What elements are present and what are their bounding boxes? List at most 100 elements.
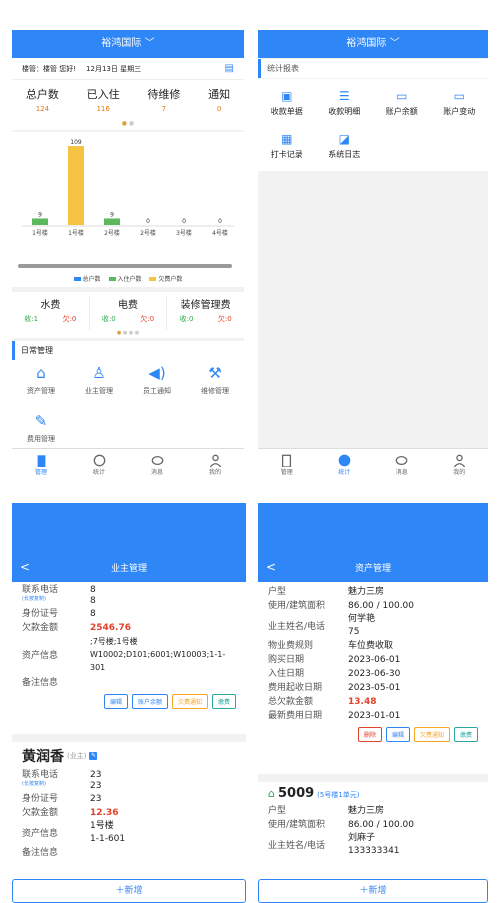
stats-screen: 裕鸿国际 ﹀ 统计报表 ▣ 收款单据 ☰ 收款明细 ▭ 账户余额 ▭ 账户变动 ▦ 打卡记…: [258, 30, 488, 480]
menu-grid: ⌂ 资产管理 ♙ 业主管理 ◀) 员工通知 ⚒ 维修管理 ✎ 费用管理: [12, 360, 244, 458]
menu-repair[interactable]: ⚒ 维修管理: [186, 364, 244, 404]
report-grid: ▣ 收款单据 ☰ 收款明细 ▭ 账户余额 ▭ 账户变动 ▦ 打卡记录 ◪ 系统日志: [258, 79, 488, 171]
tab-manage[interactable]: 管理: [267, 454, 307, 476]
report-change[interactable]: ▭ 账户变动: [431, 89, 489, 122]
bar-value-label: 0: [218, 218, 222, 225]
person-icon: [453, 454, 465, 467]
chevron-down-icon: ﹀: [389, 38, 400, 49]
fee-water[interactable]: 水费 收:1 欠:0: [12, 296, 90, 330]
stat-total[interactable]: 总户数 124: [26, 86, 59, 122]
report-detail[interactable]: ☰ 收款明细: [316, 89, 374, 122]
edit-button[interactable]: 编辑: [103, 694, 128, 709]
chart-bar: [68, 146, 84, 225]
nav-bar: < 业主管理: [12, 503, 246, 582]
page-title: 裕鸿国际: [346, 38, 387, 49]
report-receipt[interactable]: ▣ 收款单据: [258, 89, 316, 122]
section-title: 统计报表: [258, 59, 488, 78]
report-log[interactable]: ◪ 系统日志: [316, 132, 374, 165]
x-tick-label: 4号楼: [212, 229, 228, 237]
menu-notice[interactable]: ◀) 员工通知: [128, 364, 186, 404]
owner-screen: < 业主管理 联系电话 (长按复制) 8 8 身份证号 8 欠款金额 2546.76 资产…: [12, 503, 246, 903]
chart-scrollbar[interactable]: [12, 264, 244, 272]
menu-asset[interactable]: ⌂ 资产管理: [12, 364, 70, 404]
card-icon: ▭: [453, 89, 465, 103]
home-icon: ⌂: [268, 787, 275, 800]
x-tick-label: 1号楼: [32, 229, 48, 237]
calendar-icon: ▦: [281, 132, 293, 146]
chat-icon: [151, 455, 163, 465]
nav-bar[interactable]: 裕鸿国际 ﹀: [258, 30, 488, 58]
page-title: 资产管理: [354, 564, 391, 574]
tab-manage[interactable]: 管理: [21, 454, 61, 476]
menu-owner[interactable]: ♙ 业主管理: [70, 364, 128, 404]
tab-mine[interactable]: 我的: [195, 454, 235, 476]
tab-message[interactable]: 消息: [137, 454, 177, 476]
x-tick-label: 2号楼: [140, 229, 156, 237]
list-icon: ☰: [338, 89, 350, 103]
fee-electric[interactable]: 电费 收:0 欠:0: [90, 296, 168, 330]
bar-value-label: 0: [182, 218, 186, 225]
legend-owing: 欠费户数: [149, 274, 182, 283]
tab-stats[interactable]: 统计: [324, 454, 364, 476]
building-icon: [37, 454, 45, 467]
add-button[interactable]: ＋新增: [12, 879, 246, 903]
tab-stats[interactable]: 统计: [79, 454, 119, 476]
bar-value-label: 0: [146, 218, 150, 225]
greeting: 楼管：楼管 您好!: [22, 64, 77, 73]
pager-dots: ● ●: [12, 121, 244, 130]
house-icon: ⌂: [36, 364, 46, 382]
action-buttons: 编辑 账户余额 欠费通知 缴费: [22, 694, 236, 709]
x-tick-label: 1号楼: [68, 229, 84, 237]
edit-button[interactable]: 编辑: [385, 727, 410, 742]
bar-chart: 9 1号楼 109 1号楼 9 2号楼 0 2号楼 0 3号楼 0 4号楼: [12, 132, 244, 264]
delete-button[interactable]: 删除: [357, 727, 382, 742]
action-buttons: 删除 编辑 欠费通知 缴费: [268, 727, 478, 742]
pen-icon: ✎: [34, 412, 48, 430]
speaker-icon: ◀): [148, 364, 166, 382]
pie-icon: [338, 454, 351, 466]
menu-fee[interactable]: ✎ 费用管理: [12, 412, 70, 452]
card-icon: ▭: [396, 89, 408, 103]
wrench-icon: ⚒: [208, 364, 222, 382]
date: 12月13日 星期三: [86, 64, 142, 73]
tab-message[interactable]: 消息: [382, 454, 422, 476]
chart-svg: 9 1号楼 109 1号楼 9 2号楼 0 2号楼 0 3号楼 0 4号楼: [22, 139, 234, 237]
notice-button[interactable]: 欠费通知: [171, 694, 208, 709]
chevron-down-icon: ﹀: [144, 38, 155, 49]
page-title: 裕鸿国际: [101, 38, 142, 49]
nav-bar[interactable]: 裕鸿国际 ﹀: [12, 30, 244, 58]
calendar-icon[interactable]: ▤: [225, 63, 234, 74]
building-icon: [282, 454, 292, 467]
chart-legend: 总户数 入住户数 欠费户数: [12, 272, 244, 287]
tab-bar: 管理 统计 消息 我的: [12, 448, 244, 480]
fee-decor[interactable]: 装修管理费 收:0 欠:0: [167, 296, 244, 330]
report-checkin[interactable]: ▦ 打卡记录: [258, 132, 316, 165]
section-title: 日常管理: [12, 341, 244, 360]
stat-notice[interactable]: 通知 0: [208, 86, 230, 122]
notice-button[interactable]: 欠费通知: [413, 727, 450, 742]
stat-occupied[interactable]: 已入住 116: [87, 86, 120, 122]
add-button[interactable]: ＋新增: [258, 879, 488, 903]
fee-pager: ● ● ● ●: [12, 330, 244, 338]
log-icon: ◪: [338, 132, 350, 146]
tab-bar: 管理 统计 消息 我的: [258, 448, 488, 480]
home-screen: 裕鸿国际 ﹀ 楼管：楼管 您好! 12月13日 星期三 ▤ 总户数 124 已入住…: [12, 30, 244, 480]
pay-button[interactable]: 缴费: [453, 727, 478, 742]
x-tick-label: 3号楼: [176, 229, 192, 237]
pay-button[interactable]: 缴费: [211, 694, 236, 709]
unit-number: 5009: [277, 786, 315, 801]
user-icon: ♙: [92, 364, 106, 382]
asset-screen: < 资产管理 户型 魅力三房 使用/建筑面积 86.00 / 100.00 业主姓名…: [258, 503, 488, 903]
nav-bar: < 资产管理: [258, 503, 488, 582]
bar-value-label: 9: [110, 211, 114, 218]
chart-bar: [104, 218, 120, 225]
stat-repair[interactable]: 待维修 7: [147, 86, 180, 122]
chart-bar: [32, 218, 48, 225]
edit-icon[interactable]: ✎: [89, 752, 98, 760]
balance-button[interactable]: 账户余额: [131, 694, 168, 709]
person-icon: [209, 454, 221, 467]
tab-mine[interactable]: 我的: [439, 454, 479, 476]
fee-row: 水费 收:1 欠:0 电费 收:0 欠:0 装修管理费 收:0 欠:0: [12, 292, 244, 330]
chat-icon: [395, 455, 408, 465]
report-balance[interactable]: ▭ 账户余额: [373, 89, 431, 122]
